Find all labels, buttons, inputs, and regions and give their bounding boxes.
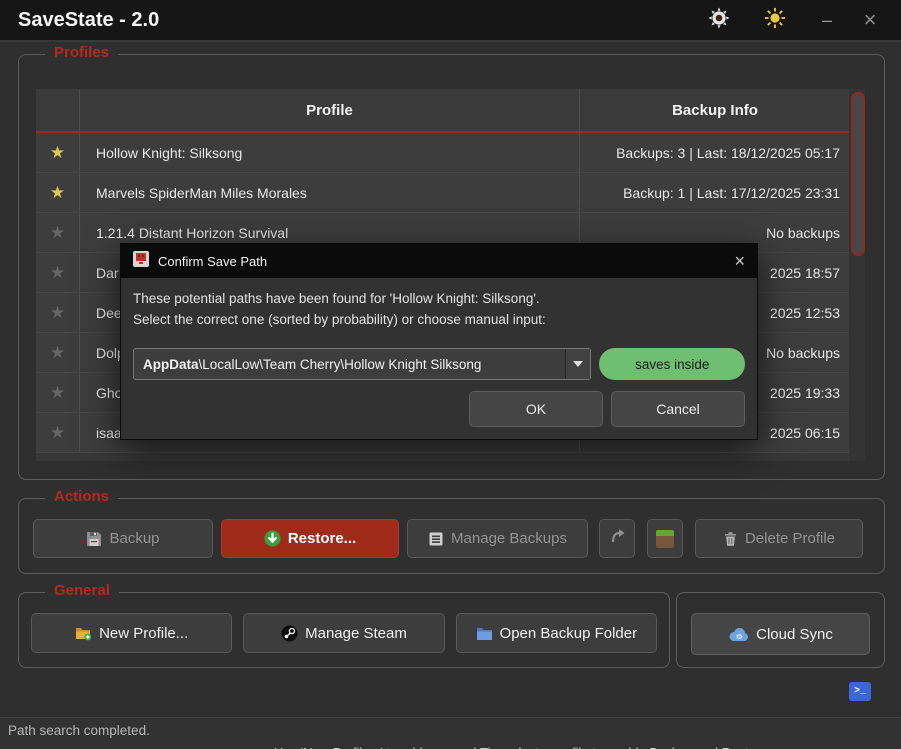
blue-folder-icon	[476, 626, 493, 641]
general-group-label: General	[45, 582, 119, 599]
actions-group: Actions Backup	[18, 498, 885, 574]
favorite-star-icon[interactable]: ★	[50, 344, 65, 361]
status-message: Path search completed.	[8, 723, 150, 738]
favorite-star-icon[interactable]: ★	[50, 384, 65, 401]
restore-button-label: Restore...	[288, 530, 356, 547]
manage-backups-button[interactable]: Manage Backups	[407, 519, 588, 558]
favorite-star-icon[interactable]: ★	[50, 184, 65, 201]
backup-info-column-header: Backup Info	[580, 89, 850, 131]
minimize-button[interactable]: –	[813, 6, 841, 34]
grass-block-icon	[656, 530, 674, 548]
shortcut-button[interactable]	[599, 519, 635, 558]
profile-column-header: Profile	[80, 89, 580, 131]
cancel-button[interactable]: Cancel	[611, 391, 745, 427]
curved-arrow-icon	[609, 528, 625, 549]
dialog-app-icon	[133, 251, 149, 272]
table-header: Profile Backup Info	[36, 89, 865, 133]
gear-icon	[708, 7, 730, 34]
minecraft-button[interactable]	[647, 519, 683, 558]
new-profile-button-label: New Profile...	[99, 625, 188, 642]
savestate-window: SaveState - 2.0	[0, 0, 901, 749]
restore-down-arrow-icon	[264, 530, 281, 547]
close-icon: ×	[864, 7, 877, 33]
backup-info: Backup: 1 | Last: 17/12/2025 23:31	[580, 173, 850, 212]
settings-button[interactable]	[705, 6, 733, 34]
favorite-column-header	[36, 89, 80, 131]
dropdown-arrow-icon	[565, 349, 590, 379]
profile-name: Marvels SpiderMan Miles Morales	[80, 173, 580, 212]
dialog-body: These potential paths have been found fo…	[121, 278, 757, 427]
dialog-title-bar: Confirm Save Path ×	[121, 244, 757, 278]
dialog-message-line1: These potential paths have been found fo…	[133, 288, 745, 309]
backup-info: Backups: 3 | Last: 18/12/2025 05:17	[580, 133, 850, 172]
favorite-star-icon[interactable]: ★	[50, 224, 65, 241]
restore-button[interactable]: Restore...	[221, 519, 399, 558]
cloud-sync-button-label: Cloud Sync	[756, 626, 833, 643]
manage-backups-button-label: Manage Backups	[451, 530, 567, 547]
general-group: General New Profile...	[18, 592, 670, 668]
open-backup-folder-button[interactable]: Open Backup Folder	[456, 613, 657, 653]
delete-profile-button-label: Delete Profile	[745, 530, 835, 547]
floppy-disk-icon	[86, 531, 102, 547]
title-bar: SaveState - 2.0	[0, 0, 901, 42]
save-path-dropdown[interactable]: AppData\LocalLow\Team Cherry\Hollow Knig…	[133, 348, 591, 380]
backup-button-label: Backup	[109, 530, 159, 547]
trash-icon	[723, 531, 738, 547]
open-backup-folder-button-label: Open Backup Folder	[500, 625, 638, 642]
terminal-icon: >_	[854, 686, 866, 697]
ok-button[interactable]: OK	[469, 391, 603, 427]
table-row[interactable]: ★ Hollow Knight: Silksong Backups: 3 | L…	[36, 133, 865, 173]
favorite-star-icon[interactable]: ★	[50, 424, 65, 441]
minimize-icon: –	[822, 10, 832, 31]
terminal-log-button[interactable]: >_	[849, 682, 871, 701]
steam-icon	[281, 625, 298, 642]
manage-steam-button-label: Manage Steam	[305, 625, 407, 642]
confirm-save-path-dialog: Confirm Save Path × These potential path…	[120, 243, 758, 440]
dialog-close-icon[interactable]: ×	[734, 252, 745, 270]
theme-toggle-button[interactable]	[761, 6, 789, 34]
delete-profile-button[interactable]: Delete Profile	[695, 519, 863, 558]
dialog-message-line2: Select the correct one (sorted by probab…	[133, 309, 745, 330]
status-bar: Path search completed. Use 'New Profile.…	[0, 717, 901, 749]
backup-button[interactable]: Backup	[33, 519, 213, 558]
cloud-sync-group: Cloud Sync	[676, 592, 885, 668]
window-title: SaveState - 2.0	[18, 9, 159, 32]
save-path-value: AppData\LocalLow\Team Cherry\Hollow Knig…	[134, 357, 481, 372]
close-button[interactable]: ×	[856, 6, 884, 34]
new-profile-button[interactable]: New Profile...	[31, 613, 232, 653]
cloud-sync-button[interactable]: Cloud Sync	[691, 613, 870, 655]
sun-icon	[764, 7, 786, 34]
manage-steam-button[interactable]: Manage Steam	[243, 613, 444, 653]
favorite-star-icon[interactable]: ★	[50, 264, 65, 281]
favorite-star-icon[interactable]: ★	[50, 144, 65, 161]
saves-inside-badge: saves inside	[599, 348, 745, 380]
cloud-sync-icon	[728, 627, 749, 642]
dialog-title: Confirm Save Path	[158, 254, 267, 269]
clipped-tip-line: Use 'New Profile...' to add a game | Tip…	[0, 744, 901, 749]
folder-plus-icon	[75, 625, 92, 641]
actions-group-label: Actions	[45, 488, 118, 505]
profiles-group-label: Profiles	[45, 44, 118, 61]
profile-name: Hollow Knight: Silksong	[80, 133, 580, 172]
favorite-star-icon[interactable]: ★	[50, 304, 65, 321]
backup-list-icon	[428, 531, 444, 547]
table-scrollbar[interactable]	[849, 89, 865, 461]
table-row[interactable]: ★ Marvels SpiderMan Miles Morales Backup…	[36, 173, 865, 213]
scrollbar-thumb[interactable]	[851, 92, 865, 256]
